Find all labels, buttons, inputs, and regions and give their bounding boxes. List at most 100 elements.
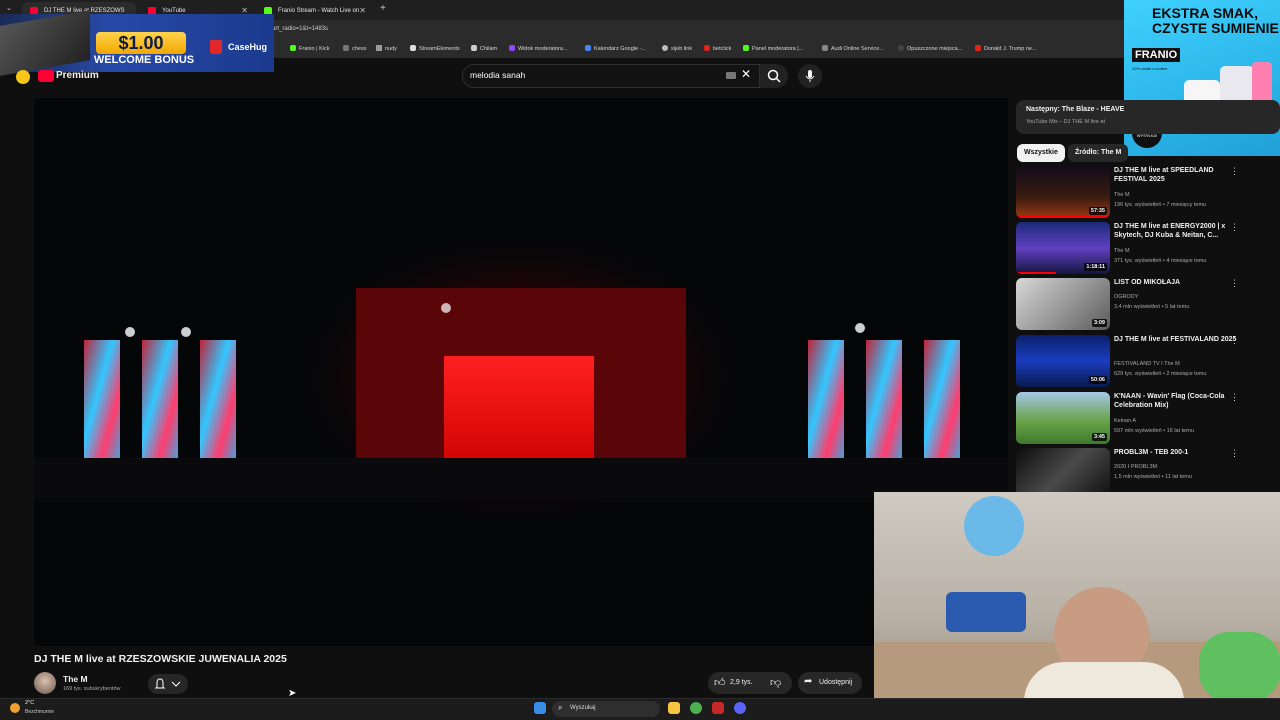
bookmark-item[interactable]: Opuszczone miejsca...	[898, 45, 962, 52]
bookmark-item[interactable]: nudy	[376, 45, 397, 52]
close-tab-icon[interactable]: ✕	[359, 2, 366, 20]
recommendation-item[interactable]: 57:35 DJ THE M live at SPEEDLAND FESTIVA…	[1016, 166, 1272, 220]
bookmark-item[interactable]: chess	[343, 45, 366, 52]
bookmark-item[interactable]: Kalendarz Google -...	[585, 45, 646, 52]
share-button[interactable]: ➦ Udostępnij	[798, 672, 862, 694]
bookmark-item[interactable]: betclick	[704, 45, 731, 52]
bookmark-item[interactable]: StreamElements	[410, 45, 460, 52]
bookmark-item[interactable]: Panel moderatora |...	[743, 45, 803, 52]
green-pillow	[1199, 632, 1280, 702]
duration-badge: 3:09	[1091, 319, 1107, 327]
url-text[interactable]: art_radio=1&t=1483s	[272, 26, 328, 32]
coin-icon	[16, 70, 30, 84]
recommendation-channel[interactable]: OGRODY	[1114, 294, 1138, 300]
discord-icon[interactable]	[734, 702, 746, 714]
voice-search-button[interactable]	[798, 64, 822, 88]
bookmark-item[interactable]: Chilam	[471, 45, 497, 52]
autoplay-next-card[interactable]: Następny: The Blaze - HEAVE YouTube Mix …	[1016, 100, 1280, 134]
search-button[interactable]	[760, 64, 788, 88]
new-tab-icon[interactable]: +	[380, 3, 386, 14]
more-options-icon[interactable]: ⋮	[1230, 335, 1239, 346]
youtube-premium-logo[interactable]: Premium	[56, 70, 99, 81]
channel-name[interactable]: The M	[63, 674, 88, 684]
tab-list-chevron-icon[interactable]: ⌄	[6, 4, 12, 12]
search-input[interactable]	[470, 70, 710, 80]
casehug-ad-banner[interactable]: $1.00 WELCOME BONUS CaseHug	[0, 10, 274, 84]
recommendation-title[interactable]: K'NAAN - Wavin' Flag (Coca-Cola Celebrat…	[1114, 392, 1240, 410]
bookmark-item[interactable]: Donald J. Trump ne...	[975, 45, 1037, 52]
file-explorer-icon[interactable]	[668, 702, 680, 714]
more-options-icon[interactable]: ⋮	[1230, 278, 1239, 289]
video-thumbnail[interactable]: 57:35	[1016, 166, 1110, 218]
video-thumbnail[interactable]: 3:09	[1016, 278, 1110, 330]
next-sub: YouTube Mix – DJ THE M live at	[1026, 119, 1105, 125]
recommendation-channel[interactable]: 2020 I PROBL3M	[1114, 464, 1157, 470]
like-count: 2,9 tys.	[730, 679, 753, 686]
channel-avatar[interactable]	[34, 672, 56, 694]
balloon-graphic	[964, 496, 1024, 556]
more-options-icon[interactable]: ⋮	[1230, 392, 1239, 403]
windows-start-icon[interactable]	[534, 702, 546, 714]
share-icon: ➦	[804, 676, 813, 687]
video-thumbnail[interactable]: 50:06	[1016, 335, 1110, 387]
more-options-icon[interactable]: ⋮	[1230, 166, 1239, 177]
more-options-icon[interactable]: ⋮	[1230, 448, 1239, 459]
youtube-logo-icon[interactable]	[38, 70, 54, 82]
recommendation-channel[interactable]: Keinan A	[1114, 418, 1136, 424]
recommendation-channel[interactable]: FESTIVALAND TV I The M	[1114, 361, 1180, 367]
ad-headline-1: EKSTRA SMAK,	[1152, 5, 1259, 21]
ad-welcome-text: WELCOME BONUS	[93, 54, 195, 66]
recommendation-title[interactable]: DJ THE M live at FESTIVALAND 2025	[1114, 335, 1240, 344]
video-thumbnail[interactable]: 1:18:11	[1016, 222, 1110, 274]
like-button[interactable]: 👍︎ 2,9 tys. 👎︎	[708, 672, 792, 694]
recommendation-meta: 3,4 mln wyświetleń • 5 lat temu	[1114, 304, 1190, 310]
taskbar-search-placeholder: Wyszukaj	[570, 705, 596, 711]
bookmark-item[interactable]: Widok moderatora...	[509, 45, 568, 52]
concert-frame-image	[34, 228, 1008, 528]
recommendation-item[interactable]: 3:45 K'NAAN - Wavin' Flag (Coca-Cola Cel…	[1016, 392, 1272, 446]
ad-brand: CaseHug	[228, 42, 268, 52]
duration-badge: 3:45	[1091, 433, 1107, 441]
bell-icon	[154, 678, 181, 689]
recommendation-title[interactable]: DJ THE M live at SPEEDLAND FESTIVAL 2025	[1114, 166, 1240, 184]
share-label: Udostępnij	[819, 679, 853, 686]
recommendation-item[interactable]: 50:06 DJ THE M live at FESTIVALAND 2025 …	[1016, 335, 1272, 389]
recommendation-meta: 371 tys. wyświetleń • 4 miesiące temu	[1114, 258, 1207, 264]
recommendation-title[interactable]: PROBL3M - TEB 200-1	[1114, 448, 1240, 457]
recommendation-meta: 597 mln wyświetleń • 16 lat temu	[1114, 428, 1194, 434]
ad-brand: FRANIO	[1132, 48, 1181, 62]
bookmark-item[interactable]: sijeb link	[662, 45, 692, 52]
taskbar-search[interactable]: ⌕ Wyszukaj	[552, 701, 660, 717]
keyboard-icon[interactable]	[726, 72, 736, 79]
search-icon: ⌕	[558, 703, 563, 712]
recommendation-item[interactable]: 1:18:11 DJ THE M live at ENERGY2000 | x …	[1016, 222, 1272, 276]
chip-all[interactable]: Wszystkie	[1017, 144, 1065, 162]
recommendation-channel[interactable]: The M	[1114, 192, 1130, 198]
thumbs-down-icon[interactable]: 👎︎	[770, 676, 781, 689]
chip-source[interactable]: Źródło: The M	[1068, 144, 1129, 162]
weather-desc: Bezchmurnie	[25, 709, 55, 715]
video-title: DJ THE M live at RZESZOWSKIE JUWENALIA 2…	[34, 653, 287, 665]
weather-icon	[10, 703, 20, 713]
app-icon[interactable]	[712, 702, 724, 714]
video-thumbnail[interactable]: 3:45	[1016, 392, 1110, 444]
video-player[interactable]	[34, 98, 1008, 646]
clear-search-icon[interactable]: ✕	[741, 67, 751, 81]
tab-label: Franio Stream - Watch Live on	[278, 8, 360, 14]
bookmark-item[interactable]: Franio | Kick	[290, 45, 329, 52]
watch-progress	[1016, 216, 1110, 218]
ad-gun-graphic	[0, 10, 90, 76]
more-options-icon[interactable]: ⋮	[1230, 222, 1239, 233]
subscriber-count: 169 tys. subskrybentów	[63, 686, 121, 692]
recommendation-title[interactable]: DJ THE M live at ENERGY2000 | x Skytech,…	[1114, 222, 1240, 240]
recommendation-title[interactable]: LIST OD MIKOŁAJA	[1114, 278, 1240, 287]
recommendation-channel[interactable]: The M	[1114, 248, 1130, 254]
recommendation-item[interactable]: PROBL3M - TEB 200-1 2020 I PROBL3M 1,5 m…	[1016, 448, 1272, 492]
bookmark-item[interactable]: Audi Online Service...	[822, 45, 884, 52]
notifications-button[interactable]	[148, 674, 188, 694]
next-label: Następny: The Blaze - HEAVE	[1026, 106, 1125, 113]
video-thumbnail[interactable]	[1016, 448, 1110, 492]
chrome-icon[interactable]	[690, 702, 702, 714]
duration-badge: 50:06	[1088, 376, 1107, 384]
recommendation-item[interactable]: 3:09 LIST OD MIKOŁAJA OGRODY 3,4 mln wyś…	[1016, 278, 1272, 332]
